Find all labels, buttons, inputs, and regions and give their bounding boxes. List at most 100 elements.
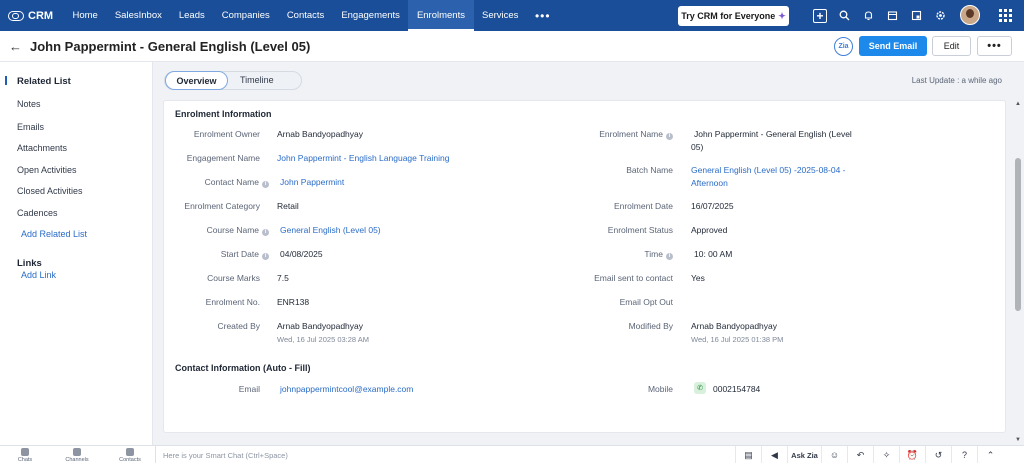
start-date-value[interactable]: 04/08/2025 xyxy=(280,249,323,259)
enrolment-owner-value[interactable]: Arnab Bandyopadhyay xyxy=(277,129,363,139)
nav-leads[interactable]: Leads xyxy=(170,0,213,31)
course-marks-value[interactable]: 7.5 xyxy=(277,273,289,283)
add-link[interactable]: Add Link xyxy=(21,270,56,280)
contact-info-title: Contact Information (Auto - Fill) xyxy=(175,363,311,373)
scroll-up-icon[interactable]: ▲ xyxy=(1015,101,1021,107)
marketplace-button[interactable] xyxy=(904,0,928,31)
modified-time: Wed, 16 Jul 2025 01:38 PM xyxy=(691,335,784,344)
page-scrollbar[interactable]: ▲ ▼ xyxy=(1013,100,1024,445)
info-icon: i xyxy=(262,181,269,188)
enrolment-name-value[interactable]: John Pappermint - General English (Level xyxy=(694,129,852,139)
nav-contacts[interactable]: Contacts xyxy=(278,0,333,31)
scroll-thumb[interactable] xyxy=(1015,158,1021,311)
channels-label: Channels xyxy=(65,457,89,463)
alarm-icon[interactable]: ⏰ xyxy=(899,446,925,463)
links-heading: Links xyxy=(17,258,42,269)
sidebar-item-cadences[interactable]: Cadences xyxy=(17,208,58,218)
help-icon[interactable]: ? xyxy=(951,446,977,463)
nav-more-button[interactable]: ••• xyxy=(527,0,559,31)
channels-button[interactable]: Channels xyxy=(52,446,102,463)
calendar-button[interactable] xyxy=(880,0,904,31)
ask-zia-button[interactable]: Ask Zia xyxy=(787,446,821,463)
sidebar-item-notes[interactable]: Notes xyxy=(17,99,41,109)
related-list-heading: Related List xyxy=(17,76,71,87)
contacts-icon xyxy=(126,448,134,456)
create-button[interactable]: + xyxy=(808,0,832,31)
created-time: Wed, 16 Jul 2025 03:28 AM xyxy=(277,335,370,344)
nav-home[interactable]: Home xyxy=(64,0,106,31)
batch-name-link[interactable]: General English (Level 05) -2025-08-04 - xyxy=(691,165,846,175)
enrolment-info-title: Enrolment Information xyxy=(175,109,272,119)
nav-items: Home SalesInbox Leads Companies Contacts… xyxy=(64,0,559,31)
enrolment-no-value[interactable]: ENR138 xyxy=(277,297,309,307)
nav-engagements[interactable]: Engagements xyxy=(333,0,409,31)
smart-chat-input[interactable]: Here is your Smart Chat (Ctrl+Space) xyxy=(155,446,735,463)
field-label: Modified By xyxy=(628,321,673,331)
phone-icon[interactable]: ✆ xyxy=(694,382,706,394)
contact-name-link[interactable]: John Pappermint xyxy=(280,177,344,187)
search-button[interactable] xyxy=(832,0,856,31)
field-label: Enrolment Category xyxy=(184,201,260,211)
history-icon[interactable]: ↺ xyxy=(925,446,951,463)
field-label: Enrolment Date xyxy=(613,201,673,211)
back-arrow-icon[interactable]: ← xyxy=(9,39,22,54)
enrolment-category-value[interactable]: Retail xyxy=(277,201,299,211)
smile-icon[interactable]: ☺ xyxy=(821,446,847,463)
chats-button[interactable]: Chats xyxy=(0,446,50,463)
apps-grid-icon[interactable] xyxy=(999,9,1012,22)
collapse-icon[interactable]: ⌃ xyxy=(977,446,1003,463)
nav-salesinbox[interactable]: SalesInbox xyxy=(106,0,170,31)
zia-icon: Zia xyxy=(838,43,849,50)
bottom-tools: ▤ ◀ Ask Zia ☺ ↶ ✧ ⏰ ↺ ? ⌃ xyxy=(735,446,1003,463)
calendar-icon xyxy=(887,11,897,21)
nav-services[interactable]: Services xyxy=(474,0,527,31)
email-link[interactable]: johnpappermintcool@example.com xyxy=(280,384,413,394)
try-crm-button[interactable]: Try CRM for Everyone ✦ xyxy=(678,6,789,26)
enrolment-date-value[interactable]: 16/07/2025 xyxy=(691,201,734,211)
field-label: Created By xyxy=(217,321,260,331)
mobile-value[interactable]: 0002154784 xyxy=(713,384,760,394)
settings-button[interactable] xyxy=(928,0,952,31)
field-label: Email sent to contact xyxy=(594,273,673,283)
user-avatar[interactable] xyxy=(960,5,980,25)
search-icon xyxy=(839,10,849,21)
enrolment-name-label: Enrolment Name xyxy=(599,129,663,139)
collapse-marker[interactable] xyxy=(5,76,7,85)
field-label: Course Name i xyxy=(69,225,269,236)
zia-bottom-icon[interactable]: ✧ xyxy=(873,446,899,463)
course-name-link[interactable]: General English (Level 05) xyxy=(280,225,381,235)
sidebar-item-open-activities[interactable]: Open Activities xyxy=(17,165,77,175)
modified-by-value: Arnab Bandyopadhyay xyxy=(691,321,778,331)
notes-icon[interactable]: ▤ xyxy=(735,446,761,463)
tab-overview[interactable]: Overview xyxy=(165,71,228,90)
field-label: Enrolment Owner xyxy=(193,129,260,139)
sidebar-item-emails[interactable]: Emails xyxy=(17,122,44,132)
tab-bar: Overview Timeline Last Update : a while … xyxy=(154,62,1024,100)
undo-icon[interactable]: ↶ xyxy=(847,446,873,463)
megaphone-icon[interactable]: ◀ xyxy=(761,446,787,463)
send-email-button[interactable]: Send Email xyxy=(859,36,927,56)
created-by-value: Arnab Bandyopadhyay xyxy=(277,321,364,331)
field-label: Start Date i xyxy=(69,249,269,260)
more-actions-button[interactable]: ••• xyxy=(977,36,1012,56)
zia-button[interactable]: Zia xyxy=(834,37,853,56)
crm-logo[interactable]: CRM xyxy=(8,10,64,22)
brand-name: CRM xyxy=(28,9,54,22)
nav-companies[interactable]: Companies xyxy=(213,0,278,31)
time-label: Time xyxy=(644,249,663,259)
sidebar-item-attachments[interactable]: Attachments xyxy=(17,143,67,153)
edit-button[interactable]: Edit xyxy=(932,36,971,56)
try-crm-label: Try CRM for Everyone xyxy=(681,11,776,21)
enrolment-status-value[interactable]: Approved xyxy=(691,225,727,235)
nav-enrolments[interactable]: Enrolments xyxy=(408,0,474,31)
engagement-name-link[interactable]: John Pappermint - English Language Train… xyxy=(277,153,449,163)
tab-timeline[interactable]: Timeline xyxy=(240,75,274,85)
notifications-button[interactable] xyxy=(856,0,880,31)
email-sent-value[interactable]: Yes xyxy=(691,273,705,283)
time-value[interactable]: 10: 00 AM xyxy=(694,249,732,259)
view-tabs: Overview Timeline xyxy=(164,71,302,90)
contacts-button[interactable]: Contacts xyxy=(105,446,155,463)
batch-name-link-cont[interactable]: Afternoon xyxy=(691,178,728,188)
crm-logo-icon xyxy=(8,10,24,21)
scroll-down-icon[interactable]: ▼ xyxy=(1015,437,1021,443)
